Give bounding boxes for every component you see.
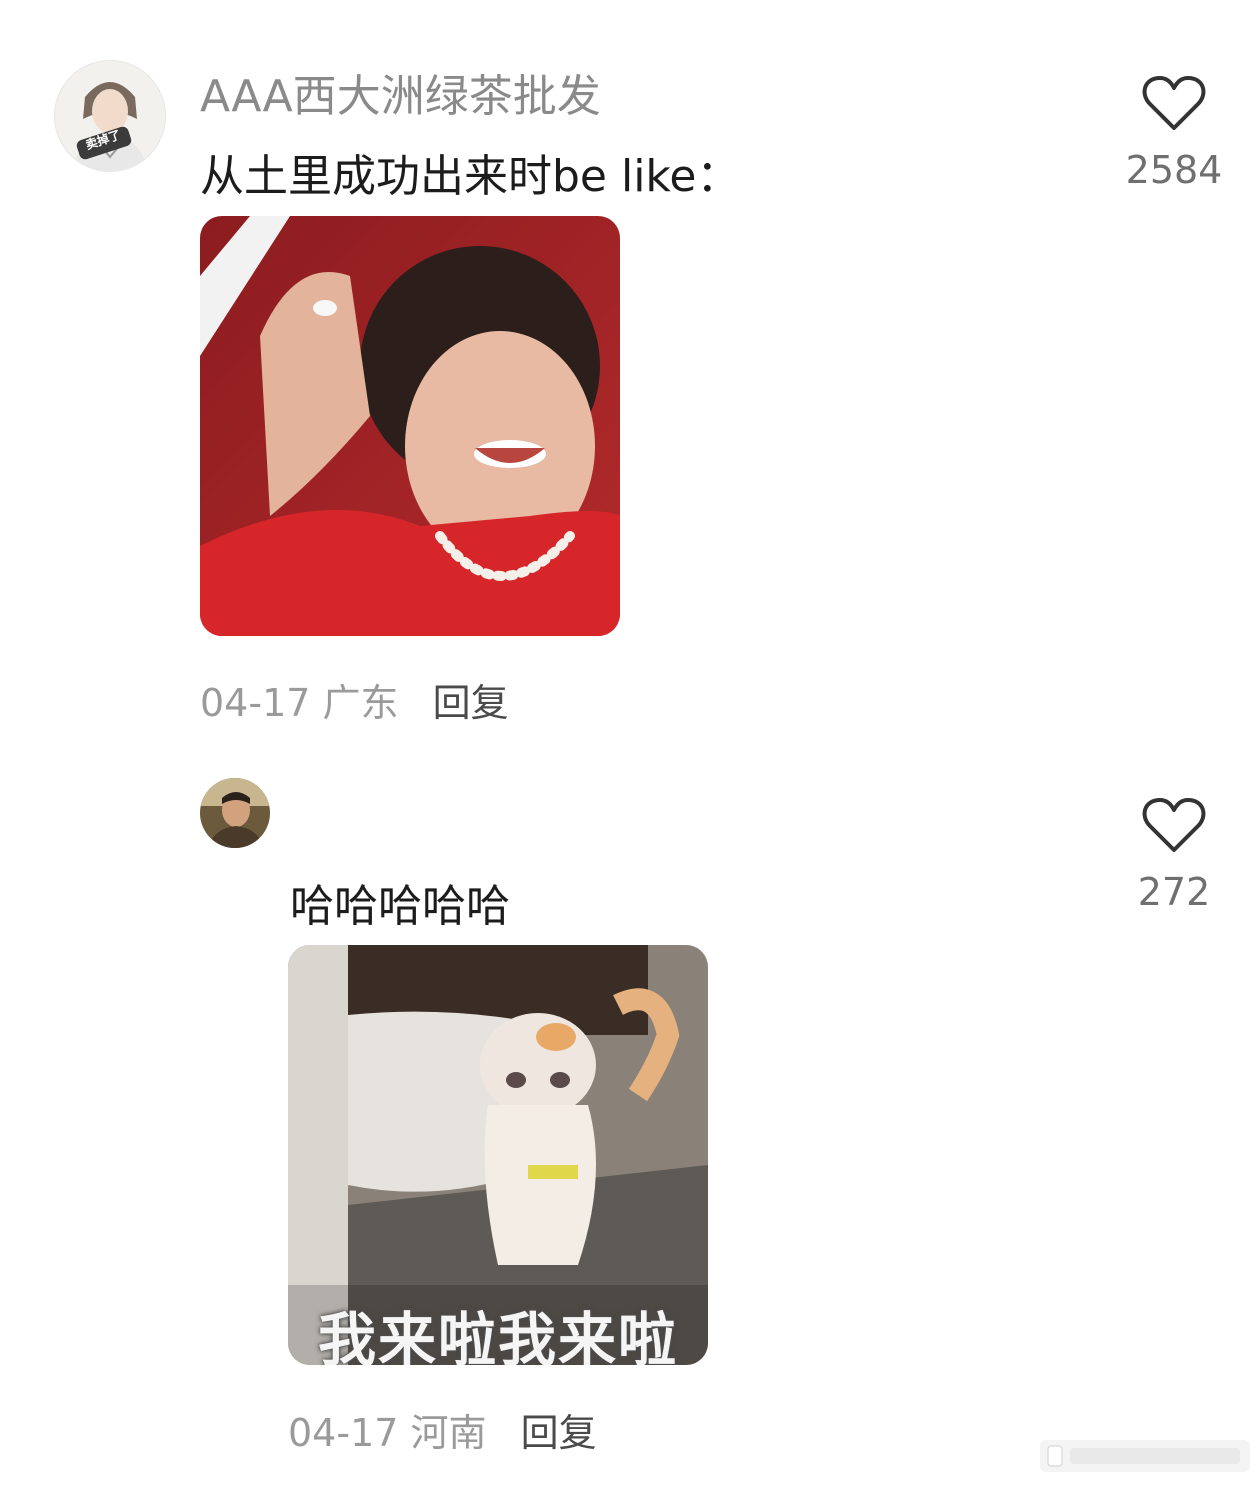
image-caption: 我来啦我来啦 bbox=[317, 1306, 678, 1365]
watermark-bar bbox=[1040, 1440, 1250, 1472]
heart-outline-icon[interactable] bbox=[1142, 796, 1206, 854]
comment-date: 04-17 bbox=[200, 681, 311, 725]
comment-meta: 04-17 河南 回复 bbox=[288, 1402, 597, 1457]
username[interactable]: AAA西大洲绿茶批发 bbox=[200, 60, 601, 124]
comment-location: 河南 bbox=[410, 1411, 487, 1455]
comment-image[interactable]: 我来啦我来啦 bbox=[288, 945, 708, 1365]
like-count: 272 bbox=[1137, 870, 1211, 914]
comment-date: 04-17 bbox=[288, 1411, 399, 1455]
comment-text: 从土里成功出来时be like： bbox=[200, 151, 741, 202]
heart-outline-icon[interactable] bbox=[1142, 74, 1206, 132]
comment-location: 广东 bbox=[322, 681, 399, 725]
reply-button[interactable]: 回复 bbox=[433, 681, 509, 725]
like-count: 2584 bbox=[1125, 148, 1223, 192]
reply-button[interactable]: 回复 bbox=[521, 1411, 597, 1455]
avatar[interactable] bbox=[200, 778, 270, 848]
comment-text: 哈哈哈哈哈 bbox=[290, 881, 510, 932]
comment-meta: 04-17 广东 回复 bbox=[200, 672, 509, 727]
avatar[interactable]: 卖掉了 bbox=[54, 60, 166, 172]
comment-image[interactable] bbox=[200, 216, 620, 636]
